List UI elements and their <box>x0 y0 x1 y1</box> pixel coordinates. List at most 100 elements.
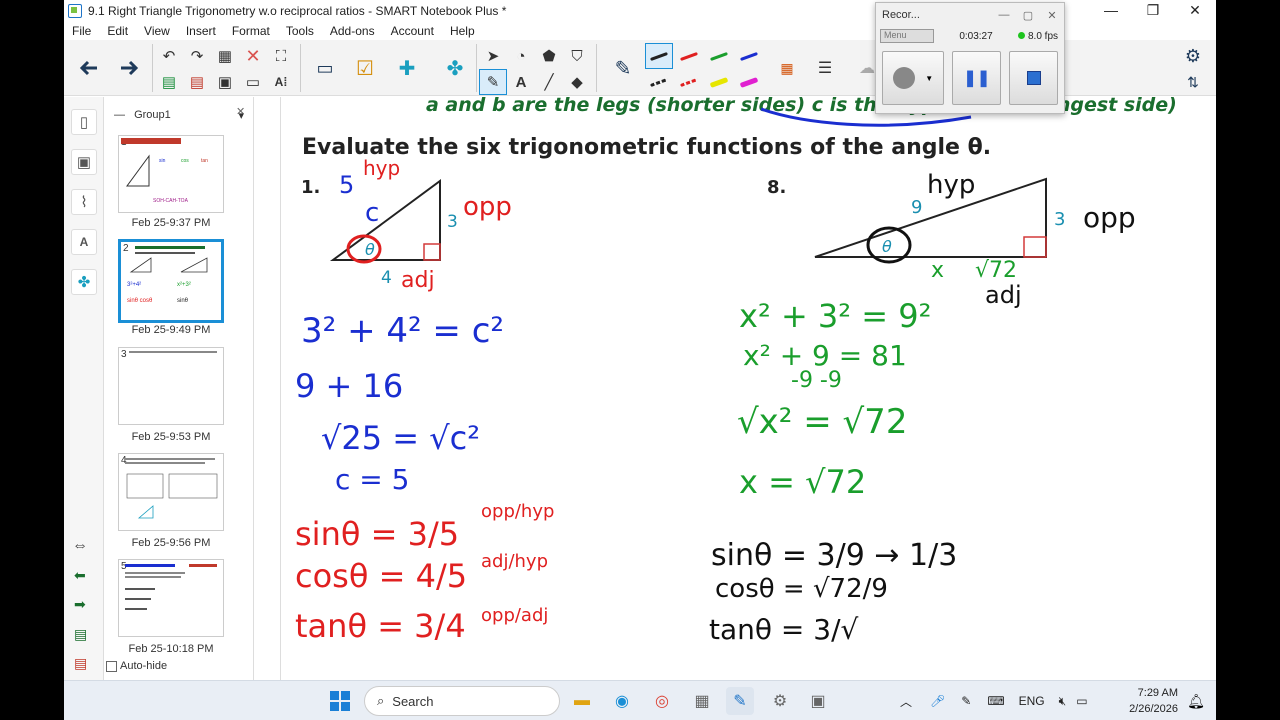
menu-file[interactable]: File <box>64 22 99 40</box>
addons-tab[interactable]: ✤ <box>71 269 97 295</box>
menu-view[interactable]: View <box>136 22 178 40</box>
clock-date: 2/26/2026 <box>1129 703 1178 715</box>
calculator-button[interactable]: ▦ <box>688 687 716 715</box>
clock[interactable]: 7:29 AM 2/26/2026 <box>1118 685 1178 717</box>
previous-page-button[interactable] <box>72 45 106 91</box>
minimize-button[interactable]: — <box>1090 0 1132 22</box>
pen-red-thin[interactable] <box>676 44 702 68</box>
fullscreen-button[interactable]: ⛶ <box>268 44 294 68</box>
notifications-button[interactable]: 🔔︎ <box>1182 687 1210 715</box>
addons-button[interactable]: ✤ <box>438 45 472 91</box>
pen-magenta-highlighter[interactable] <box>736 70 762 94</box>
document-camera-button[interactable]: ▭ <box>308 45 342 91</box>
start-button[interactable] <box>326 687 354 715</box>
notebook-page[interactable]: a and b are the legs (shorter sides) c i… <box>280 97 1216 680</box>
text-tool[interactable]: A <box>508 70 534 94</box>
menu-format[interactable]: Format <box>224 22 278 40</box>
delete-page-button[interactable]: ▤ <box>184 70 210 94</box>
microphone-icon[interactable]: 🎤︎ <box>930 694 945 708</box>
redo-button[interactable]: ↷ <box>184 44 210 68</box>
delete-button[interactable]: ✕ <box>240 44 266 68</box>
pen-black-thin[interactable] <box>645 43 673 69</box>
pen-green-thin[interactable] <box>706 44 732 68</box>
pen-blue-thin[interactable] <box>736 44 762 68</box>
chevron-up-icon[interactable]: ︿ <box>900 693 912 710</box>
menu-addons[interactable]: Add-ons <box>322 22 383 40</box>
properties-button[interactable]: ☰ <box>812 56 838 80</box>
properties-tab[interactable]: A <box>71 229 97 255</box>
group-header[interactable]: — Group1 ▾ <box>114 109 244 122</box>
add-page-button[interactable]: ▤ <box>156 70 182 94</box>
pen-black-dash[interactable] <box>646 70 672 94</box>
edge-button[interactable]: ◉ <box>608 687 636 715</box>
language-indicator[interactable]: ENG <box>1019 694 1045 708</box>
activity-builder-button[interactable]: ☑ <box>348 45 382 91</box>
save-button[interactable]: ▣ <box>212 70 238 94</box>
page-sorter-tab[interactable]: ▯ <box>71 109 97 135</box>
undo-button[interactable]: ↶ <box>156 44 182 68</box>
screen-shade-button[interactable]: ▭ <box>240 70 266 94</box>
sorter-close-button[interactable]: ✕ <box>236 105 245 118</box>
pen-tool[interactable]: ✎ <box>479 69 507 95</box>
recorder-minimize-button[interactable]: — <box>992 9 1016 22</box>
sidebar-previous-button[interactable]: ⬅ <box>74 567 86 584</box>
close-button[interactable]: ✕ <box>1174 0 1216 22</box>
settings-taskbar-button[interactable]: ⚙ <box>766 687 794 715</box>
next-page-button[interactable] <box>112 45 146 91</box>
page-thumbnail-1[interactable]: 1 sincostan SOH-CAH-TOA <box>118 135 224 213</box>
resize-handle[interactable]: ⇔ <box>72 537 88 555</box>
stop-icon <box>1026 71 1041 85</box>
shapes-tool[interactable]: ◔ <box>508 44 534 68</box>
stop-button[interactable] <box>1009 51 1058 105</box>
maximize-button[interactable]: ❐ <box>1132 0 1174 22</box>
sidebar-delete-page-button[interactable]: ▤ <box>74 655 87 672</box>
color-palette-button[interactable]: ▦ <box>774 56 800 80</box>
thumb-text-line <box>129 351 217 353</box>
eraser-shape-tool[interactable]: ⬟ <box>536 44 562 68</box>
taskbar-search[interactable]: ⌕ Search <box>364 686 560 716</box>
chrome-button[interactable]: ◎ <box>648 687 676 715</box>
gallery-tab[interactable]: ▣ <box>71 149 97 175</box>
pen-red-dash[interactable] <box>676 70 702 94</box>
recorder-icon: ▣ <box>810 693 826 710</box>
attachments-tab[interactable]: ⌇ <box>71 189 97 215</box>
pen-menu-icon[interactable]: ✎ <box>961 694 971 708</box>
recorder-menu[interactable]: Menu <box>880 29 934 43</box>
select-tool[interactable]: ➤ <box>480 44 506 68</box>
shapes-icon: ◔ <box>516 47 526 65</box>
line-icon: ╱ <box>544 74 554 91</box>
page-thumbnail-3[interactable]: 3 <box>118 347 224 425</box>
menu-tools[interactable]: Tools <box>278 22 322 40</box>
menu-help[interactable]: Help <box>442 22 483 40</box>
recorder-taskbar-button[interactable]: ▣ <box>804 687 832 715</box>
clock-time: 7:29 AM <box>1137 687 1178 699</box>
keyboard-icon[interactable]: ⌨ <box>987 694 1004 708</box>
pen-yellow-highlighter[interactable] <box>706 70 732 94</box>
file-explorer-button[interactable]: ▬ <box>568 687 596 715</box>
autohide-checkbox[interactable]: Auto-hide <box>106 660 167 672</box>
menu-account[interactable]: Account <box>383 22 442 40</box>
page-thumbnail-5[interactable]: 5 <box>118 559 224 637</box>
menu-insert[interactable]: Insert <box>178 22 224 40</box>
paste-button[interactable]: ▦ <box>212 44 238 68</box>
lesson-activity-button[interactable]: ✚ <box>390 45 424 91</box>
fill-tool[interactable]: ⛉ <box>564 44 590 68</box>
sidebar-next-button[interactable]: ➡ <box>74 596 86 613</box>
volume-muted-icon[interactable]: 🔇︎ <box>1059 694 1067 709</box>
menu-edit[interactable]: Edit <box>99 22 136 40</box>
text-recognition-button[interactable]: A⁞ <box>268 70 294 94</box>
sidebar-add-page-button[interactable]: ▤ <box>74 626 87 643</box>
page-thumbnail-2[interactable]: 2 3²+4² sinθ cosθ x²+3² sinθ <box>118 239 224 323</box>
line-tool[interactable]: ╱ <box>536 70 562 94</box>
recorder-maximize-button[interactable]: ▢ <box>1016 9 1040 22</box>
recorder-close-button[interactable]: ✕ <box>1040 9 1064 22</box>
pause-button[interactable]: ❚❚ <box>952 51 1002 105</box>
toolbar-position-button[interactable]: ⇅ <box>1180 70 1206 94</box>
page-thumbnail-4[interactable]: 4 <box>118 453 224 531</box>
smart-notebook-taskbar-button[interactable]: ✎ <box>726 687 754 715</box>
settings-button[interactable]: ⚙ <box>1180 44 1206 68</box>
record-button[interactable]: ▼ <box>882 51 945 105</box>
eraser-tool[interactable]: ◆ <box>564 70 590 94</box>
pen-style-button[interactable]: ✎ <box>606 45 640 91</box>
battery-icon[interactable]: ▭ <box>1076 694 1087 708</box>
